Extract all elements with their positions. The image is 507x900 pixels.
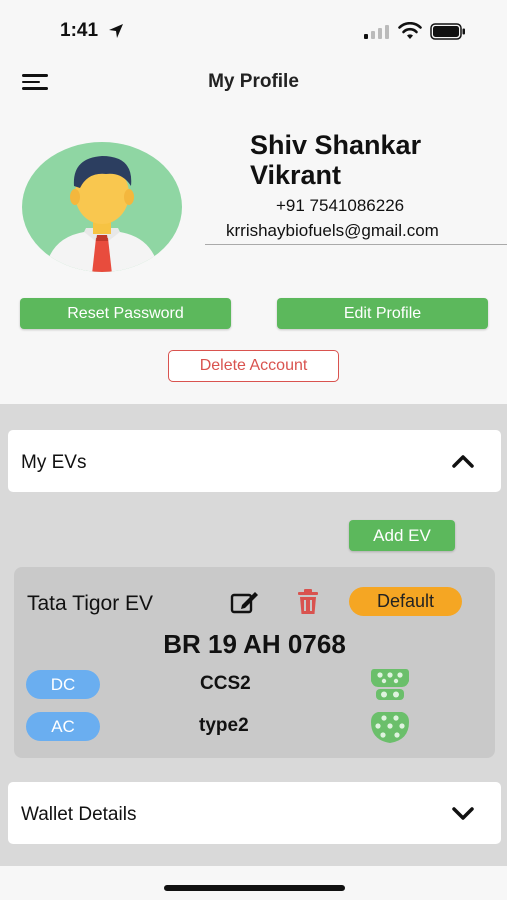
- status-bar: 1:41: [0, 0, 507, 60]
- dc-badge: DC: [26, 670, 100, 699]
- home-indicator: [164, 885, 345, 891]
- edit-profile-button[interactable]: Edit Profile: [277, 298, 488, 329]
- default-badge[interactable]: Default: [349, 587, 462, 616]
- divider: [205, 244, 507, 245]
- user-phone: +91 7541086226: [276, 196, 405, 215]
- edit-icon[interactable]: [230, 589, 260, 615]
- user-email: krrishaybiofuels@gmail.com: [226, 221, 439, 240]
- my-evs-label: My EVs: [21, 452, 87, 473]
- chevron-up-icon[interactable]: [451, 452, 475, 470]
- status-time: 1:41: [60, 20, 99, 41]
- battery-icon: [430, 23, 465, 40]
- user-name: Shiv Shankar Vikrant: [250, 130, 422, 190]
- profile-section: Shiv Shankar Vikrant +91 7541086226 krri…: [0, 104, 507, 404]
- add-ev-button[interactable]: Add EV: [349, 520, 455, 551]
- ac-badge: AC: [26, 712, 100, 741]
- ccs2-connector-icon: [371, 669, 409, 700]
- cellular-signal-icon: [364, 25, 389, 39]
- chevron-down-icon[interactable]: [451, 804, 475, 822]
- ev-plate-number: BR 19 AH 0768: [163, 629, 346, 659]
- ev-card: Tata Tigor EV Default BR 19 AH 0768 DC C…: [14, 567, 495, 758]
- trash-icon[interactable]: [297, 589, 319, 615]
- reset-password-button[interactable]: Reset Password: [20, 298, 231, 329]
- navigation-bar: My Profile: [0, 60, 507, 104]
- location-arrow-icon: [109, 24, 123, 38]
- type2-connector-icon: [371, 712, 409, 743]
- wifi-icon: [398, 22, 422, 39]
- page-title: My Profile: [208, 71, 299, 92]
- ev-name: Tata Tigor EV: [27, 592, 154, 615]
- my-evs-accordion-header[interactable]: My EVs: [8, 430, 501, 492]
- delete-account-button[interactable]: Delete Account: [168, 350, 339, 382]
- wallet-details-accordion-header[interactable]: Wallet Details: [8, 782, 501, 844]
- wallet-details-label: Wallet Details: [21, 804, 137, 825]
- ev-section-area: My EVs Add EV Tata Tigor EV Default BR 1…: [0, 404, 507, 866]
- avatar: [22, 142, 182, 272]
